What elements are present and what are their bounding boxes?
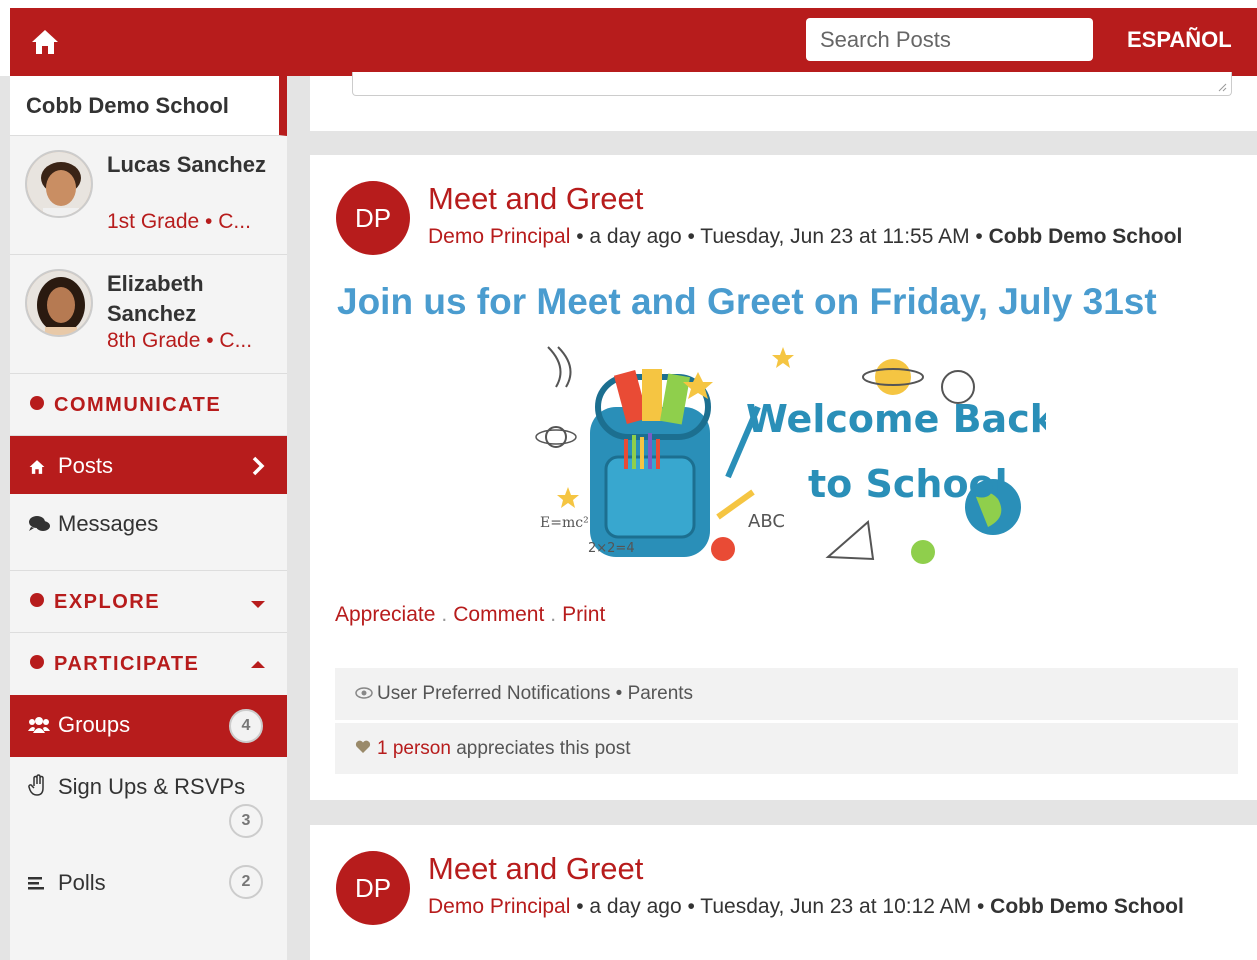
comment-textarea[interactable] (352, 72, 1232, 96)
count-badge: 4 (229, 709, 263, 743)
post-card: DP Meet and Greet Demo Principal • a day… (310, 825, 1257, 960)
appreciation-text: appreciates this post (450, 738, 631, 759)
section-label: COMMUNICATE (54, 394, 222, 416)
notification-text: User Preferred Notifications • Parents (377, 683, 694, 704)
post-date: • a day ago • Tuesday, Jun 23 at 10:12 A… (570, 895, 991, 918)
svg-text:E=mc²: E=mc² (540, 515, 589, 531)
post-title[interactable]: Meet and Greet (428, 851, 643, 887)
sidebar-item-label: Sign Ups & RSVPs (58, 774, 246, 799)
avatar: DP (336, 851, 410, 925)
appreciate-link[interactable]: Appreciate (335, 603, 435, 626)
section-label: EXPLORE (54, 591, 161, 613)
sidebar-item-posts[interactable]: Posts (10, 436, 287, 494)
post-meta: Demo Principal • a day ago • Tuesday, Ju… (428, 891, 1228, 922)
child-grade: 8th Grade • C... (107, 329, 253, 352)
chat-icon (28, 513, 52, 539)
post-date: • a day ago • Tuesday, Jun 23 at 11:55 A… (570, 225, 989, 248)
sidebar-item-messages[interactable]: Messages (10, 494, 287, 571)
caret-down-icon (251, 601, 265, 608)
section-explore[interactable]: EXPLORE (10, 571, 287, 633)
bullet-icon (30, 593, 44, 607)
sidebar-item-label: Messages (58, 511, 159, 536)
sidebar-item-label: Groups (58, 712, 131, 737)
section-communicate[interactable]: COMMUNICATE (10, 374, 287, 436)
bullet-icon (30, 655, 44, 669)
top-bar: ESPAÑOL (0, 0, 1257, 76)
post-actions: Appreciate. Comment. Print (335, 603, 606, 626)
count-badge: 2 (229, 865, 263, 899)
composer-card (310, 72, 1257, 131)
search-input[interactable] (806, 18, 1093, 61)
avatar (25, 269, 93, 337)
list-icon (28, 872, 52, 898)
school-name[interactable]: Cobb Demo School (10, 76, 287, 136)
comment-link[interactable]: Comment (453, 603, 544, 626)
child-profile[interactable]: Lucas Sanchez 1st Grade • C... (10, 136, 287, 255)
post-meta: Demo Principal • a day ago • Tuesday, Ju… (428, 221, 1228, 252)
home-icon[interactable] (30, 28, 60, 56)
sidebar: Cobb Demo School Lucas Sanchez 1st Grade… (10, 76, 287, 960)
sidebar-item-polls[interactable]: Polls 2 (10, 853, 287, 911)
chevron-right-icon (251, 456, 265, 482)
avatar: DP (336, 181, 410, 255)
child-name: Lucas Sanchez (107, 152, 266, 177)
avatar (25, 150, 93, 218)
banner-line-1: Welcome Back (746, 397, 1046, 441)
appreciation-info: 1 person appreciates this post (335, 722, 1238, 774)
appreciators-link[interactable]: 1 person (377, 738, 451, 759)
count-badge: 3 (229, 804, 263, 838)
section-label: PARTICIPATE (54, 653, 200, 675)
sidebar-item-label: Polls (58, 870, 106, 895)
child-grade: 1st Grade • C... (107, 210, 251, 233)
hand-icon (28, 774, 52, 802)
print-link[interactable]: Print (562, 603, 605, 626)
author-link[interactable]: Demo Principal (428, 225, 570, 248)
language-toggle[interactable]: ESPAÑOL (1127, 27, 1232, 53)
child-profile[interactable]: Elizabeth Sanchez 8th Grade • C... (10, 255, 287, 374)
svg-text:ABC: ABC (748, 511, 785, 532)
post-school: Cobb Demo School (988, 225, 1183, 248)
author-link[interactable]: Demo Principal (428, 895, 570, 918)
heart-icon (355, 738, 377, 760)
sidebar-item-signups[interactable]: Sign Ups & RSVPs 3 (10, 757, 287, 853)
caret-up-icon (251, 661, 265, 668)
banner-line-2: to School (808, 462, 1008, 506)
svg-text:2×2=4: 2×2=4 (588, 541, 635, 556)
post-headline: Join us for Meet and Greet on Friday, Ju… (337, 281, 1157, 322)
sidebar-item-groups[interactable]: Groups 4 (10, 695, 287, 757)
notification-info: User Preferred Notifications • Parents (335, 668, 1238, 720)
welcome-banner-image: E=mc² ABC 2×2=4 Welcome Back to School (528, 327, 1056, 569)
section-participate[interactable]: PARTICIPATE (10, 633, 287, 695)
post-school: Cobb Demo School (990, 895, 1184, 918)
bullet-icon (30, 396, 44, 410)
users-icon (28, 714, 52, 740)
eye-icon (355, 683, 377, 705)
child-name: Elizabeth Sanchez (107, 271, 204, 326)
sidebar-item-label: Posts (58, 453, 114, 478)
post-card: DP Meet and Greet Demo Principal • a day… (310, 155, 1257, 800)
post-title[interactable]: Meet and Greet (428, 181, 643, 217)
home-icon (28, 455, 52, 481)
